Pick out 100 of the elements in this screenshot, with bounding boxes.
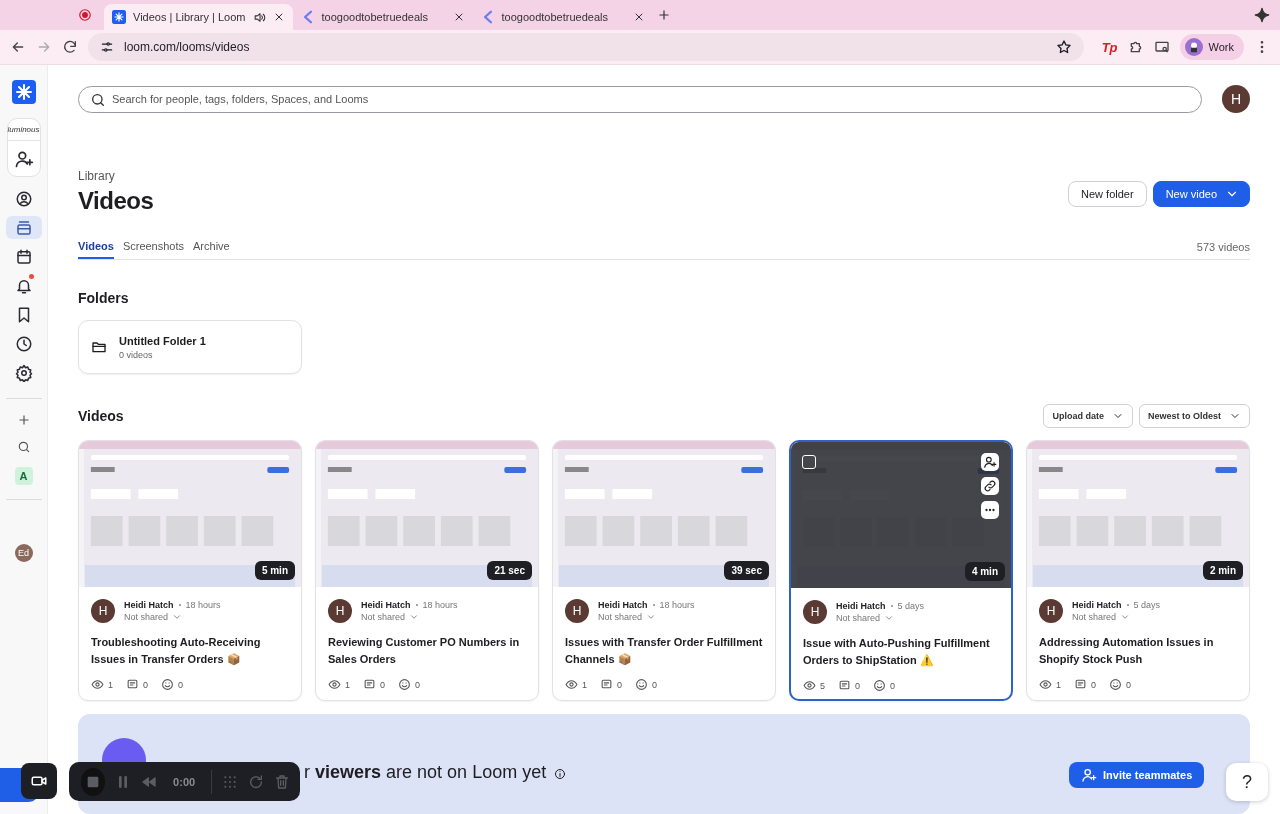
video-card[interactable]: 2 min H Heidi Hatch 5 days Not shared Addressing Automation Issues in Shopify Stock Push 1 0 0 xyxy=(1026,440,1250,702)
browser-tab[interactable]: Videos | Library | Loom xyxy=(104,4,293,30)
author-name: Heidi Hatch xyxy=(1072,600,1122,611)
video-title[interactable]: Reviewing Customer PO Numbers in Sales Orders xyxy=(328,634,526,669)
video-card[interactable]: 4 min H Heidi Hatch 5 days Not shared Issue with Auto-Pushing Fulfillment Orders to ShipStation ⚠ 5 0 0 xyxy=(789,440,1013,702)
person-icon xyxy=(14,189,33,208)
view-count: 1 xyxy=(582,679,587,690)
video-age: 5 days xyxy=(897,601,925,612)
help-button[interactable]: ? xyxy=(1226,763,1268,801)
search-field[interactable]: Search for people, tags, folders, Spaces, and Looms xyxy=(78,85,1202,113)
smiley-icon xyxy=(1109,678,1123,692)
smiley-icon xyxy=(398,678,412,692)
author-name: Heidi Hatch xyxy=(836,601,886,612)
reaction-count: 0 xyxy=(1126,679,1132,690)
sharing-dropdown[interactable]: Not shared xyxy=(124,612,221,623)
video-title[interactable]: Troubleshooting Auto-Receiving Issues in Transfer Orders 📦 xyxy=(91,634,289,669)
author-name: Heidi Hatch xyxy=(124,600,174,611)
user-avatar[interactable]: H xyxy=(1222,85,1250,113)
banner-text: r viewers are not on Loom yet xyxy=(304,762,547,784)
breadcrumb-link[interactable]: Library xyxy=(78,169,1069,183)
restart-icon[interactable] xyxy=(248,773,264,790)
tab[interactable]: Videos xyxy=(78,235,114,260)
view-count: 5 xyxy=(820,680,825,691)
stop-button[interactable] xyxy=(81,767,106,796)
add-user-icon xyxy=(1081,767,1097,783)
eye-icon xyxy=(1039,678,1052,692)
video-card[interactable]: 21 sec H Heidi Hatch 18 hours Not shared Reviewing Customer PO Numbers in Sales Orders 1 0 0 xyxy=(315,440,539,702)
author-avatar: H xyxy=(91,599,115,624)
tab[interactable]: Screenshots xyxy=(122,235,185,260)
user-avatar[interactable]: Ed xyxy=(14,544,33,562)
reaction-count: 0 xyxy=(890,680,896,691)
video-card[interactable]: 5 min H Heidi Hatch 18 hours Not shared Troubleshooting Auto-Receiving Issues in Transfer Orders 📦 1 0 0 xyxy=(78,440,302,702)
trash-icon[interactable] xyxy=(274,773,290,790)
eye-icon xyxy=(565,678,578,692)
camera-button[interactable] xyxy=(21,763,57,799)
tab[interactable]: Archive xyxy=(193,235,230,260)
section-heading: Folders xyxy=(78,290,130,307)
duration-badge: 21 sec xyxy=(487,561,532,581)
duration-badge: 5 min xyxy=(254,561,295,581)
loom-logo-icon[interactable] xyxy=(11,80,36,104)
video-age: 18 hours xyxy=(659,600,695,611)
duration-badge: 4 min xyxy=(964,562,1005,582)
link-button[interactable] xyxy=(981,477,999,496)
reaction-count: 0 xyxy=(415,679,421,690)
sort-dropdown[interactable]: Newest to Oldest xyxy=(1139,404,1250,429)
video-age: 18 hours xyxy=(422,600,458,611)
reaction-count: 0 xyxy=(178,679,184,690)
view-count: 1 xyxy=(1056,679,1061,690)
profile-button[interactable]: Work xyxy=(1179,34,1244,60)
folder-card[interactable]: Untitled Folder 1 0 videos xyxy=(78,320,302,375)
author-name: Heidi Hatch xyxy=(598,600,648,611)
new-folder-button[interactable]: New folder xyxy=(1068,181,1147,207)
eye-icon xyxy=(91,678,104,692)
invite-teammates-button[interactable]: Invite teammates xyxy=(1069,762,1205,788)
section-heading: Videos xyxy=(78,408,124,425)
video-title[interactable]: Issues with Transfer Order Fulfillment Channels 📦 xyxy=(565,634,763,669)
browser-tab[interactable]: toogoodtobetruedeals xyxy=(292,4,473,30)
record-icon xyxy=(78,8,92,22)
extension-button[interactable]: Tp xyxy=(1101,39,1118,55)
sharing-dropdown[interactable]: Not shared xyxy=(1072,612,1161,623)
address-field[interactable]: loom.com/looms/videos xyxy=(88,33,1084,61)
author-name: Heidi Hatch xyxy=(361,600,411,611)
video-age: 18 hours xyxy=(185,600,221,611)
bookmark-star-icon[interactable] xyxy=(1055,39,1072,55)
clock-icon xyxy=(14,334,33,353)
add-user-button[interactable] xyxy=(981,453,999,472)
eye-icon xyxy=(328,678,341,692)
add-icon[interactable] xyxy=(16,413,31,427)
screen-search-icon[interactable] xyxy=(1153,39,1170,55)
sharing-dropdown[interactable]: Not shared xyxy=(361,612,458,623)
video-title[interactable]: Addressing Automation Issues in Shopify Stock Push xyxy=(1039,634,1237,669)
browser-tab[interactable]: toogoodtobetruedeals xyxy=(472,4,653,30)
more-button[interactable] xyxy=(981,501,999,520)
author-avatar: H xyxy=(803,600,827,625)
site-settings-icon xyxy=(100,40,114,54)
page-title: Videos xyxy=(78,187,155,215)
comment-count: 0 xyxy=(143,679,149,690)
smiley-icon xyxy=(635,678,649,692)
back-icon[interactable] xyxy=(10,39,26,55)
sort-dropdown[interactable]: Upload date xyxy=(1043,404,1133,429)
comment-count: 0 xyxy=(855,680,861,691)
select-checkbox[interactable] xyxy=(802,455,816,470)
sharing-dropdown[interactable]: Not shared xyxy=(836,613,925,624)
profile-avatar-icon xyxy=(1184,38,1203,56)
video-title[interactable]: Issue with Auto-Pushing Fulfillment Orders to ShipStation ⚠ xyxy=(803,635,999,670)
workspace-logo[interactable]: luminous xyxy=(7,125,40,141)
add-user-icon[interactable] xyxy=(13,149,34,169)
loom-favicon-icon xyxy=(112,10,126,24)
sharing-dropdown[interactable]: Not shared xyxy=(598,612,695,623)
sparkle-icon[interactable] xyxy=(1254,7,1270,23)
calendar-icon xyxy=(14,247,33,266)
search-icon[interactable] xyxy=(16,440,31,454)
space-badge[interactable]: A xyxy=(14,467,33,485)
video-card[interactable]: 39 sec H Heidi Hatch 18 hours Not shared Issues with Transfer Order Fulfillment Channels 📦 1 0 0 xyxy=(552,440,776,702)
view-count: 1 xyxy=(345,679,350,690)
new-tab-icon[interactable] xyxy=(656,8,671,22)
video-count: 573 videos xyxy=(1196,241,1250,254)
add-user-icon xyxy=(983,455,997,470)
new-video-button[interactable]: New video xyxy=(1152,181,1250,207)
reload-icon[interactable] xyxy=(62,39,78,55)
